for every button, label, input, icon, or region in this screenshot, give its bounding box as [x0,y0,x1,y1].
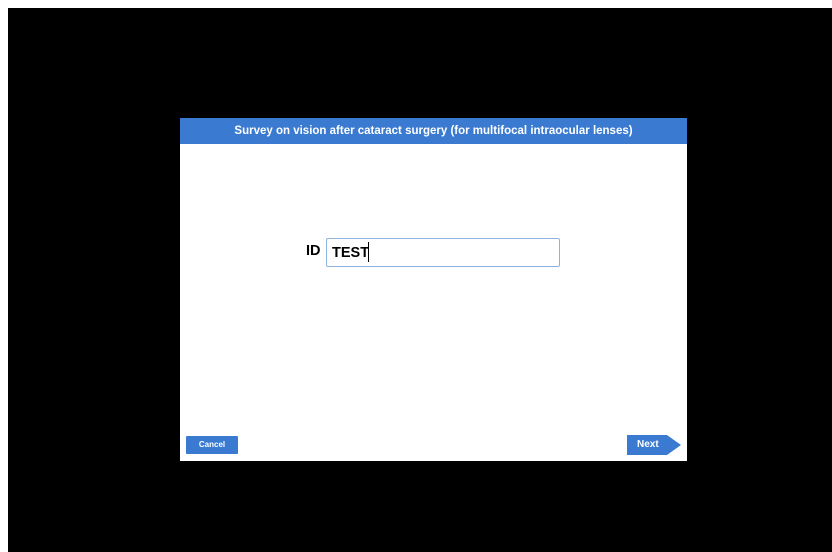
next-button[interactable]: Next [627,435,681,455]
screen-background: Survey on vision after cataract surgery … [8,8,832,552]
id-input[interactable] [326,238,560,267]
id-label: ID [306,243,321,259]
text-caret [368,242,369,262]
survey-title: Survey on vision after cataract surgery … [180,118,687,144]
survey-panel: Survey on vision after cataract surgery … [180,118,687,461]
cancel-button[interactable]: Cancel [186,436,238,454]
